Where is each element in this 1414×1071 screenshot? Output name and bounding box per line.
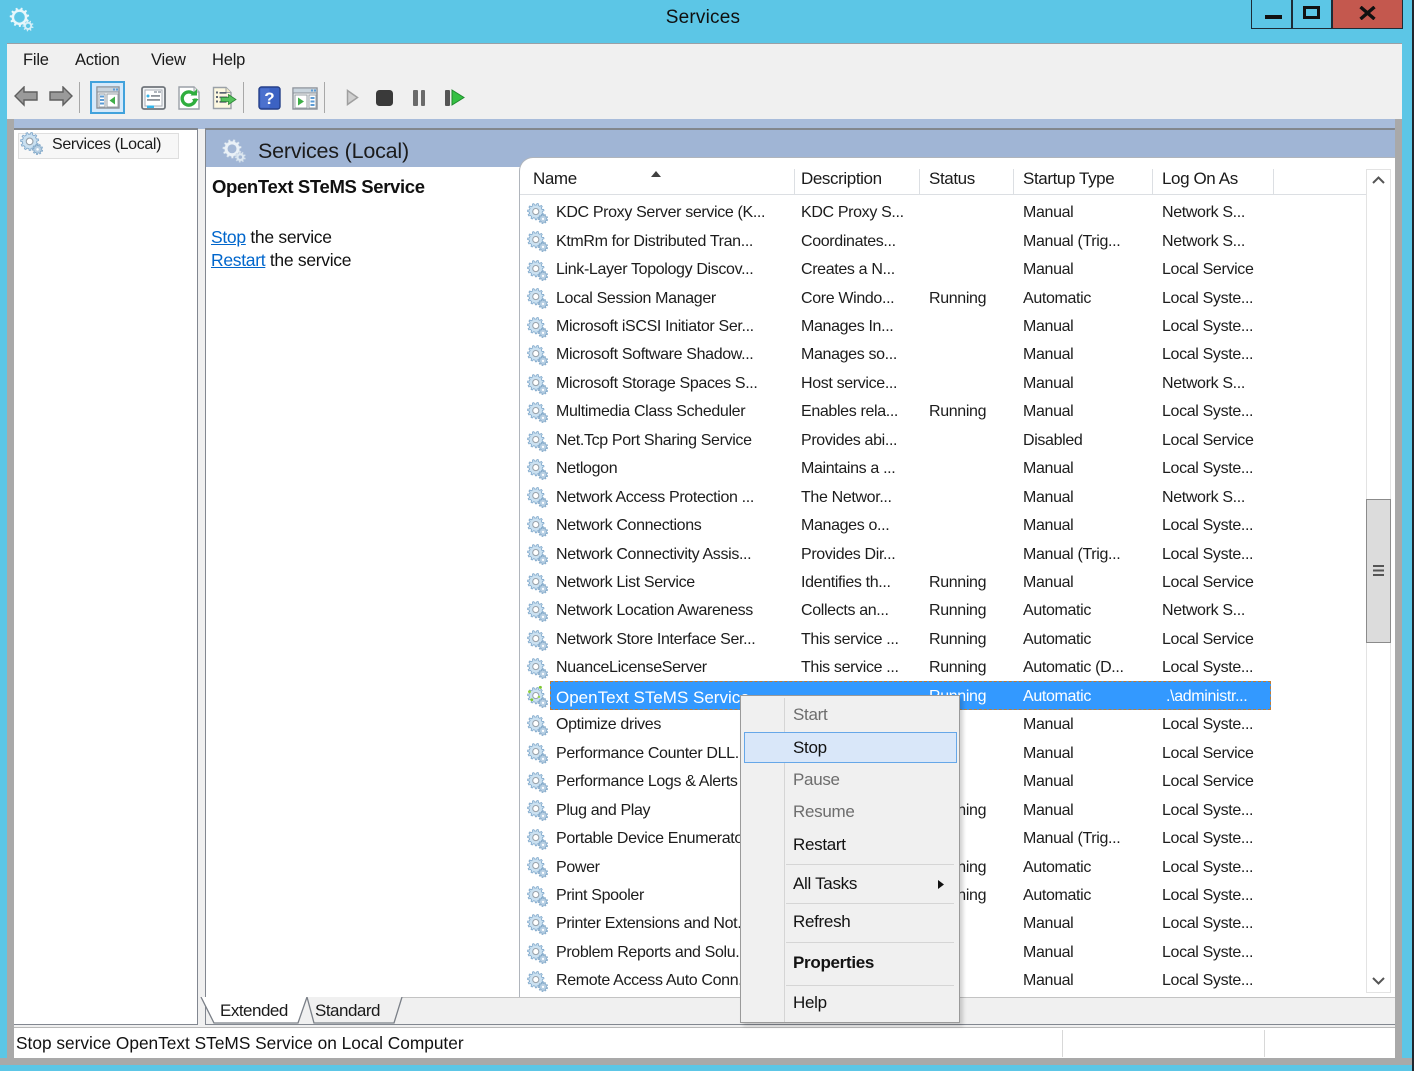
svg-text:?: ? xyxy=(264,89,274,108)
